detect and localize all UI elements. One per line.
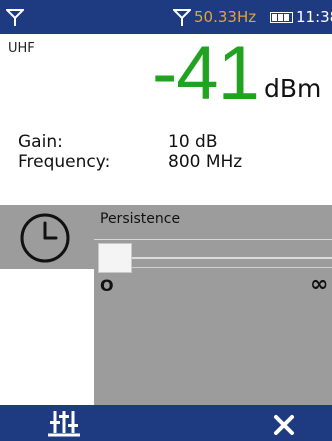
battery-icon	[270, 12, 293, 23]
gain-label: Gain:	[18, 132, 63, 152]
band-label: UHF	[8, 41, 35, 56]
clock-icon	[20, 213, 70, 263]
slider-max-label: ∞	[310, 272, 329, 297]
frequency-value: 800 MHz	[168, 152, 243, 172]
slider-track-edge	[130, 267, 332, 268]
close-icon[interactable]	[270, 413, 298, 437]
status-frequency: 50.33Hz	[194, 8, 257, 26]
side-panel	[0, 269, 94, 405]
slider-min-label: O	[100, 276, 114, 295]
status-time: 11:38	[296, 8, 332, 26]
signal-unit: dBm	[264, 74, 322, 103]
antenna-icon	[173, 9, 191, 26]
sliders-icon[interactable]	[46, 409, 82, 437]
persistence-title: Persistence	[100, 211, 181, 227]
bottom-toolbar	[0, 405, 332, 441]
persistence-panel: Persistence O ∞	[0, 205, 332, 405]
gain-value: 10 dB	[168, 132, 218, 152]
persistence-slider-thumb[interactable]	[98, 243, 132, 273]
frequency-label: Frequency:	[18, 152, 111, 172]
slider-divider	[94, 239, 332, 240]
tab-persistence[interactable]	[0, 205, 94, 269]
persistence-settings: Persistence O ∞	[94, 205, 332, 405]
signal-level: -41	[152, 31, 260, 116]
antenna-icon	[6, 9, 24, 26]
persistence-slider-track[interactable]	[130, 257, 332, 259]
